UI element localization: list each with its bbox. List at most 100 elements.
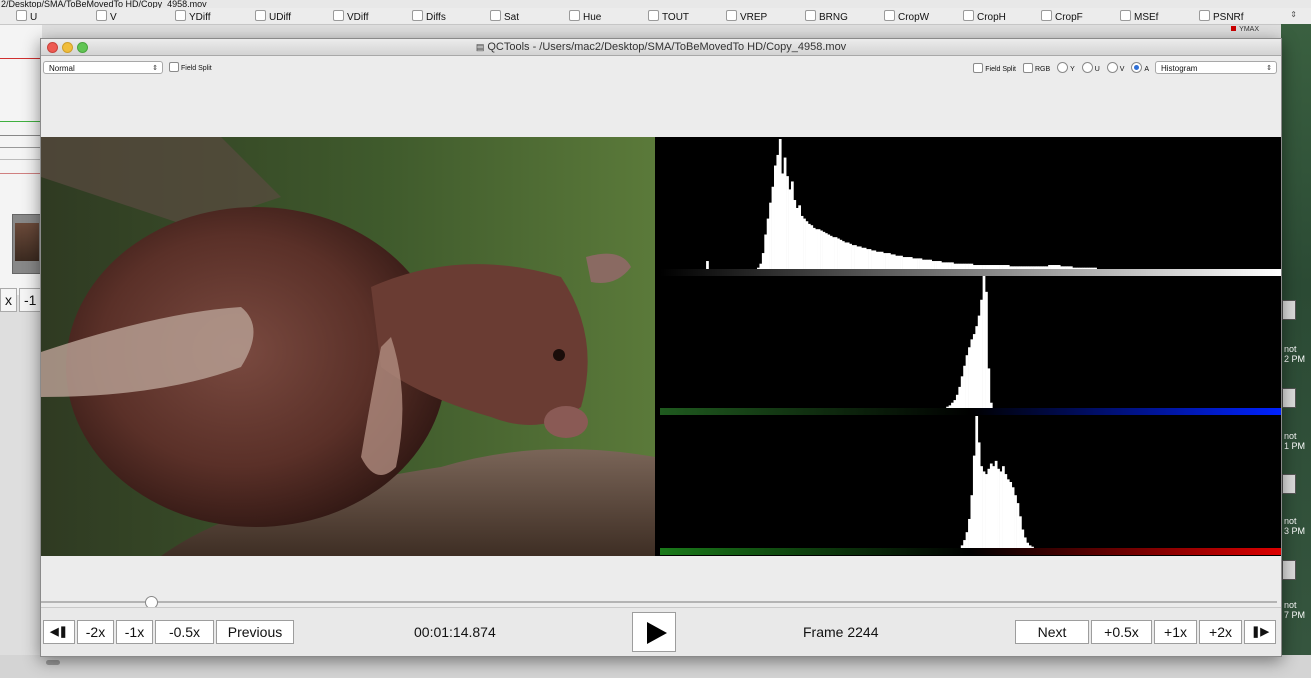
frame-number: Frame 2244 bbox=[803, 624, 879, 640]
speed-plus-2x-button[interactable]: +2x bbox=[1199, 620, 1242, 644]
desktop-file-icon[interactable] bbox=[1282, 300, 1296, 320]
play-icon bbox=[647, 622, 667, 644]
u-plane-histogram bbox=[946, 276, 993, 408]
histogram-bar bbox=[1048, 265, 1051, 269]
filter-checkbox-cropf[interactable]: CropF bbox=[1041, 10, 1083, 23]
step-forward-icon[interactable]: ❚▶ bbox=[1244, 620, 1276, 644]
histogram-bar bbox=[980, 265, 983, 269]
histogram-bar bbox=[868, 249, 872, 269]
histogram-bar bbox=[858, 246, 862, 269]
histogram-bar bbox=[837, 238, 840, 269]
histogram-bar bbox=[985, 291, 988, 408]
histogram-bar bbox=[960, 263, 964, 269]
background-thumbnail[interactable] bbox=[12, 214, 42, 274]
filter-checkbox-tout[interactable]: TOUT bbox=[648, 10, 689, 23]
right-field-split-checkbox[interactable]: Field Split bbox=[973, 63, 1021, 73]
histogram-bar bbox=[997, 468, 1000, 548]
histogram-bar bbox=[968, 518, 971, 548]
histogram-bar bbox=[958, 263, 962, 269]
histogram-bar bbox=[1021, 266, 1025, 269]
histogram-bar bbox=[1033, 266, 1037, 269]
histogram-bar bbox=[980, 466, 983, 548]
histogram-bar bbox=[931, 261, 935, 269]
histogram-bar bbox=[885, 253, 889, 269]
histogram-bar bbox=[863, 247, 867, 269]
next-button[interactable]: Next bbox=[1015, 620, 1089, 644]
channel-y-radio[interactable]: Y bbox=[1057, 62, 1080, 73]
filter-checkbox-diffs[interactable]: Diffs bbox=[412, 10, 446, 23]
histogram-bar bbox=[1084, 267, 1088, 269]
histogram-bar bbox=[1019, 266, 1022, 269]
left-mode-select[interactable]: Normal ⇕ bbox=[43, 61, 163, 74]
filter-scroll-arrows-icon[interactable]: ⇕ bbox=[1290, 10, 1297, 19]
channel-rgb-checkbox[interactable]: RGB bbox=[1022, 63, 1055, 73]
histogram-bar bbox=[1055, 265, 1059, 269]
filter-checkbox-ydiff[interactable]: YDiff bbox=[175, 10, 211, 23]
speed-minus-2x-button[interactable]: -2x bbox=[77, 620, 114, 644]
step-back-icon[interactable]: ◀❚ bbox=[43, 620, 75, 644]
histogram-bar bbox=[938, 261, 942, 269]
speed-minus-1x-button[interactable]: -1x bbox=[116, 620, 153, 644]
histogram-bar bbox=[1006, 479, 1010, 548]
play-button[interactable] bbox=[632, 612, 676, 652]
desktop-file-icon[interactable] bbox=[1282, 560, 1296, 580]
histogram-bar bbox=[1031, 546, 1034, 548]
histogram-bar bbox=[1074, 267, 1078, 269]
histogram-bar bbox=[832, 237, 835, 269]
filter-checkbox-cropw[interactable]: CropW bbox=[884, 10, 929, 23]
histogram-bar bbox=[854, 245, 857, 269]
filter-checkbox-vrep[interactable]: VREP bbox=[726, 10, 767, 23]
histogram-bar bbox=[917, 258, 920, 269]
histogram-bar bbox=[999, 471, 1003, 548]
histogram-bar bbox=[1091, 267, 1095, 269]
histogram-bar bbox=[1065, 266, 1068, 269]
histogram-bar bbox=[912, 258, 916, 269]
left-field-split-checkbox[interactable]: Field Split bbox=[169, 62, 212, 74]
histogram-bar bbox=[968, 347, 971, 408]
filter-checkbox-hue[interactable]: Hue bbox=[569, 10, 601, 23]
filter-checkbox-psnrf[interactable]: PSNRf bbox=[1199, 10, 1244, 23]
histogram-bar bbox=[946, 262, 949, 269]
filter-checkbox-u[interactable]: U bbox=[16, 10, 37, 23]
histogram-bar bbox=[783, 157, 787, 269]
histogram-bar bbox=[948, 405, 952, 408]
histogram-bar bbox=[977, 442, 981, 548]
histogram-bar bbox=[1069, 266, 1073, 269]
histogram-bar bbox=[987, 265, 991, 269]
histogram-bar bbox=[856, 246, 860, 269]
speed-plus-1x-button[interactable]: +1x bbox=[1154, 620, 1197, 644]
channel-u-radio[interactable]: U bbox=[1081, 62, 1105, 73]
speed-minus-half-button[interactable]: -0.5x bbox=[155, 620, 214, 644]
histogram-bar bbox=[805, 221, 809, 269]
timeline-slider[interactable] bbox=[41, 596, 1281, 609]
filter-checkbox-sat[interactable]: Sat bbox=[490, 10, 519, 23]
window-title: ▤ QCTools - /Users/mac2/Desktop/SMA/ToBeM… bbox=[475, 41, 847, 53]
histogram-bar bbox=[919, 258, 923, 269]
speed-plus-half-button[interactable]: +0.5x bbox=[1091, 620, 1152, 644]
filter-checkbox-msef[interactable]: MSEf bbox=[1120, 10, 1158, 23]
histogram-bar bbox=[1072, 267, 1076, 269]
previous-button[interactable]: Previous bbox=[216, 620, 294, 644]
histogram-bar bbox=[1077, 267, 1080, 269]
filter-checkbox-vdiff[interactable]: VDiff bbox=[333, 10, 369, 23]
right-view-select[interactable]: Histogram ⇕ bbox=[1155, 61, 1277, 74]
histogram-bar bbox=[926, 259, 930, 269]
filter-checkbox-croph[interactable]: CropH bbox=[963, 10, 1006, 23]
histogram-bar bbox=[706, 261, 709, 269]
background-window-path: 2/Desktop/SMA/ToBeMovedTo HD/Copy_4958.m… bbox=[0, 0, 1311, 8]
playback-controls: ◀❚ -2x -1x -0.5x Previous 00:01:14.874 F… bbox=[41, 607, 1281, 656]
channel-a-radio[interactable]: A bbox=[1131, 62, 1154, 73]
histogram-bar bbox=[989, 463, 993, 548]
filter-checkbox-brng[interactable]: BRNG bbox=[805, 10, 848, 23]
filter-checkbox-udiff[interactable]: UDiff bbox=[255, 10, 291, 23]
desktop-file-icon[interactable] bbox=[1282, 388, 1296, 408]
desktop-file-icon[interactable] bbox=[1282, 474, 1296, 494]
histogram-bar bbox=[909, 257, 913, 269]
window-titlebar[interactable]: ▤ QCTools - /Users/mac2/Desktop/SMA/ToBeM… bbox=[41, 39, 1281, 56]
filter-checkbox-v[interactable]: V bbox=[96, 10, 117, 23]
histogram-bar bbox=[1002, 265, 1005, 269]
background-scroll-handle[interactable] bbox=[46, 660, 60, 665]
histogram-bar bbox=[1014, 266, 1017, 269]
histogram-bar bbox=[946, 406, 949, 408]
channel-v-radio[interactable]: V bbox=[1106, 62, 1130, 73]
